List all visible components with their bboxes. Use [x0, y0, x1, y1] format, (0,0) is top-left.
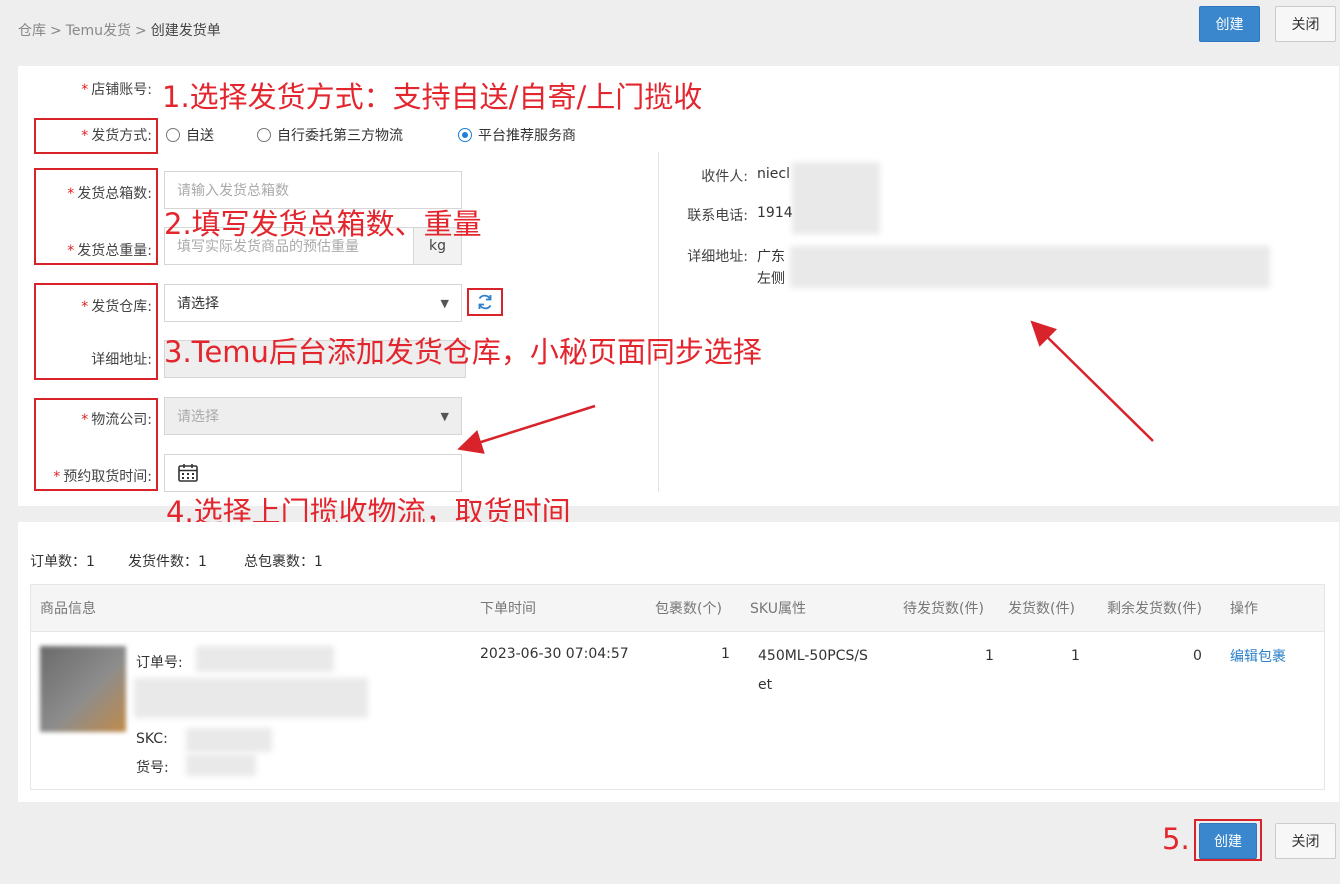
remaining-count: 0	[1193, 648, 1202, 664]
pending-count: 1	[985, 648, 994, 664]
redacted-block	[196, 646, 334, 672]
summary-orders: 订单数：1	[30, 554, 95, 570]
sku-attr-line2: et	[758, 677, 773, 693]
arrow-to-receiver	[1030, 320, 1154, 442]
summary-packages: 总包裹数：1	[244, 554, 323, 570]
th-pending: 待发货数(件)	[903, 601, 984, 617]
create-button-bottom[interactable]: 创建	[1199, 823, 1257, 859]
redacted-block	[186, 728, 272, 752]
order-time: 2023-06-30 07:04:57	[480, 646, 629, 662]
skc-label: SKC:	[136, 731, 168, 747]
redacted-block	[186, 754, 256, 776]
product-thumbnail	[40, 646, 126, 732]
sku-attr-line1: 450ML-50PCS/S	[758, 648, 868, 664]
edit-package-link[interactable]: 编辑包裹	[1230, 646, 1286, 666]
arrow-to-pickup	[457, 404, 596, 454]
packages-count: 1	[721, 646, 730, 662]
th-product-info: 商品信息	[40, 601, 96, 617]
annotation-step5: 5.	[1162, 822, 1190, 856]
shipped-count: 1	[1071, 648, 1080, 664]
close-button-bottom[interactable]: 关闭	[1275, 823, 1336, 859]
th-order-time: 下单时间	[480, 601, 536, 617]
th-packages: 包裹数(个)	[655, 601, 722, 617]
item-no-label: 货号:	[136, 760, 169, 776]
redacted-block	[134, 678, 368, 718]
th-sku-attr: SKU属性	[750, 601, 806, 617]
order-no-label: 订单号:	[136, 655, 183, 671]
th-shipped: 发货数(件)	[1008, 601, 1075, 617]
th-action: 操作	[1230, 601, 1258, 617]
summary-items: 发货件数：1	[128, 554, 207, 570]
annotation-step2: 2.填写发货总箱数、重量	[164, 207, 482, 241]
annotation-step3: 3.Temu后台添加发货仓库，小秘页面同步选择	[164, 335, 762, 369]
annotation-step1: 1.选择发货方式：支持自送/自寄/上门揽收	[162, 80, 703, 114]
th-remaining: 剩余发货数(件)	[1107, 601, 1202, 617]
